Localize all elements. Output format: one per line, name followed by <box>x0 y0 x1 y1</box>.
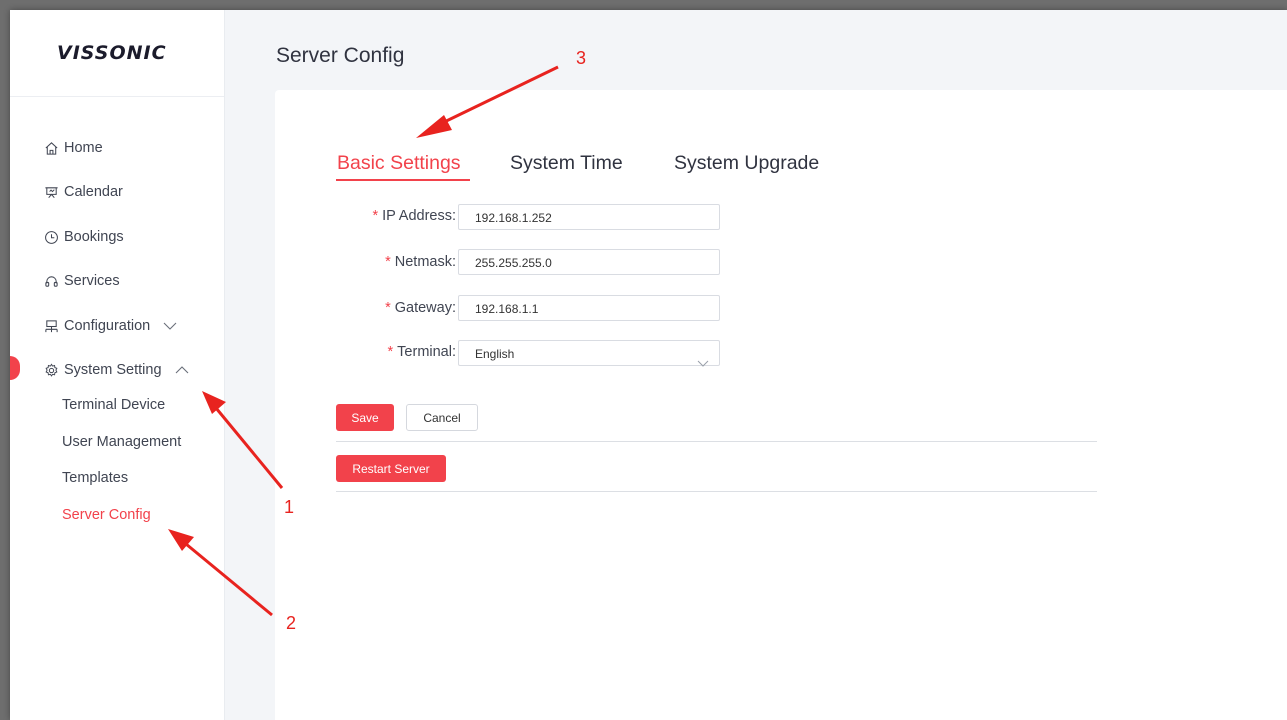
annotation-label-3: 3 <box>576 48 587 68</box>
app-window: VISSONIC Home Calendar Bookings Services <box>10 10 1287 720</box>
annotation-label-2: 2 <box>286 613 297 633</box>
annotation-label-1: 1 <box>284 497 295 517</box>
annotation-arrow-3 <box>416 65 559 138</box>
annotation-arrow-1 <box>202 391 284 489</box>
annotation-arrows <box>168 65 559 617</box>
annotation-arrow-2 <box>168 529 273 617</box>
